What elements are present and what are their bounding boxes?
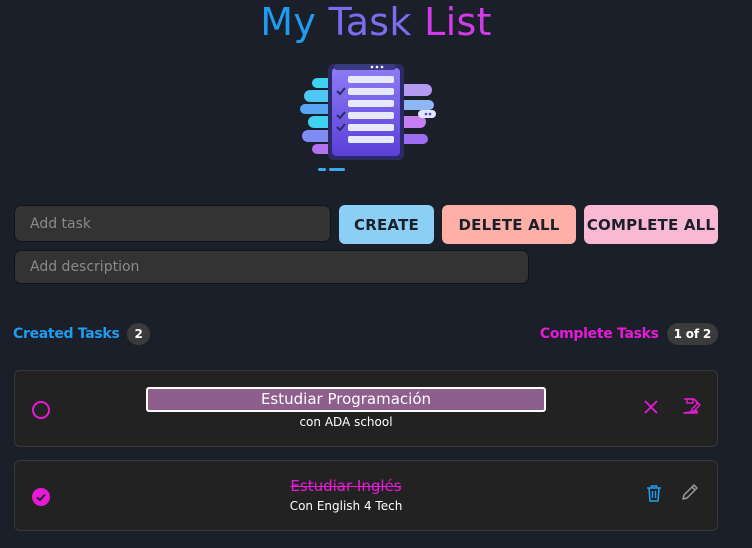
delete-task-button[interactable] (643, 482, 665, 504)
description-input[interactable] (14, 250, 529, 284)
title-word-my: My (260, 0, 317, 44)
created-tasks-summary: Created Tasks 2 (13, 322, 150, 346)
cancel-edit-button[interactable] (640, 396, 662, 418)
task-title-editing[interactable]: Estudiar Programación (146, 387, 546, 412)
pencil-icon (682, 484, 698, 500)
task-list-illustration (300, 64, 436, 171)
save-edit-button[interactable] (680, 395, 702, 417)
task-title-completed: Estudiar Inglés (290, 477, 402, 495)
completed-checkbox[interactable] (32, 488, 50, 506)
created-tasks-count: 2 (127, 323, 150, 345)
create-button[interactable]: CREATE (339, 205, 434, 244)
complete-all-button[interactable]: COMPLETE ALL (584, 205, 718, 244)
complete-tasks-count: 1 of 2 (666, 323, 718, 345)
edit-task-button[interactable] (679, 481, 701, 503)
created-tasks-label: Created Tasks (13, 326, 120, 342)
task-description: Con English 4 Tech (289, 499, 403, 513)
task-input[interactable] (14, 205, 331, 242)
complete-tasks-label: Complete Tasks (539, 326, 659, 342)
check-icon (36, 493, 46, 502)
task-card: Estudiar Inglés Con English 4 Tech (14, 460, 718, 531)
incomplete-checkbox[interactable] (32, 401, 50, 419)
task-description: con ADA school (299, 415, 393, 429)
complete-tasks-summary: Complete Tasks 1 of 2 (540, 322, 718, 346)
task-card: Estudiar Programación con ADA school (14, 370, 718, 447)
close-icon (644, 400, 658, 414)
title-word-task: Task (328, 0, 412, 44)
delete-all-button[interactable]: DELETE ALL (442, 205, 576, 244)
page-title: My Task List (0, 0, 752, 44)
save-edit-icon (683, 398, 701, 414)
title-word-list: List (424, 0, 492, 44)
trash-icon (647, 485, 661, 502)
